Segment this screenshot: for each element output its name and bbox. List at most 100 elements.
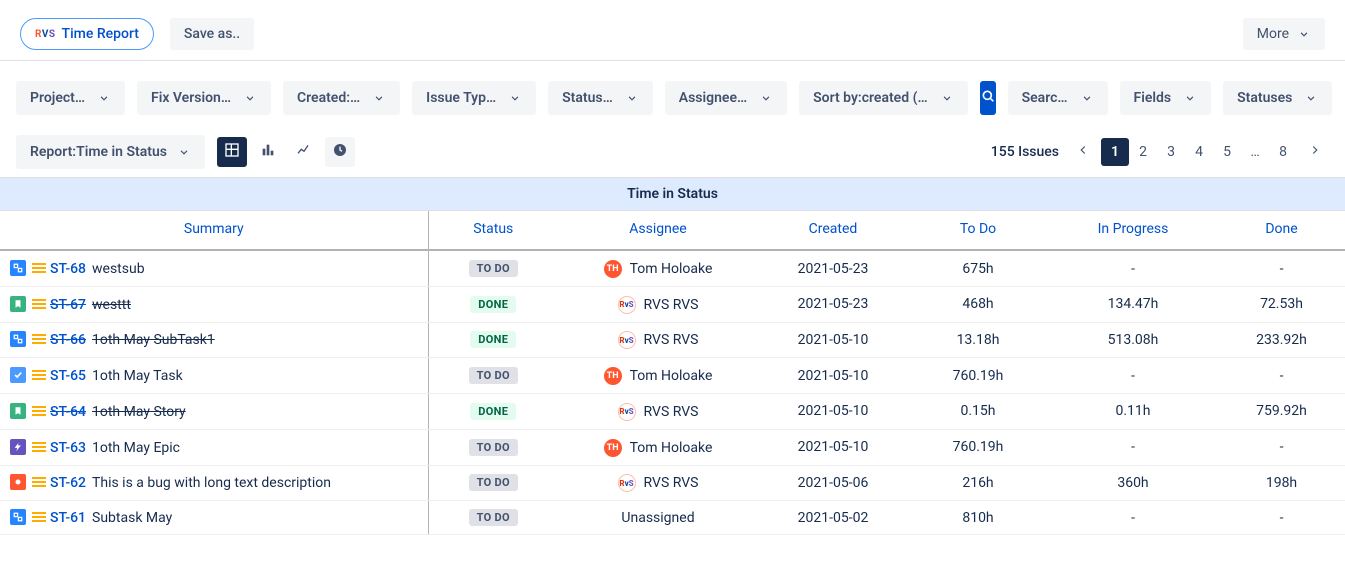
chevron-down-icon bbox=[177, 145, 191, 159]
cell-created: 2021-05-06 bbox=[758, 465, 908, 501]
filter-status[interactable]: Status… bbox=[548, 81, 653, 115]
status-badge: DONE bbox=[470, 296, 516, 313]
cell-done: 72.53h bbox=[1218, 287, 1345, 323]
issue-key-link[interactable]: ST-65 bbox=[50, 368, 86, 384]
issue-key-link[interactable]: ST-62 bbox=[50, 475, 86, 491]
cell-inprogress: - bbox=[1048, 501, 1218, 535]
issue-key-link[interactable]: ST-63 bbox=[50, 440, 86, 456]
col-assignee[interactable]: Assignee bbox=[558, 211, 758, 250]
col-done[interactable]: Done bbox=[1218, 211, 1345, 250]
pager-next[interactable] bbox=[1301, 138, 1329, 166]
chevron-down-icon bbox=[97, 91, 111, 105]
pager-page-3[interactable]: 3 bbox=[1157, 138, 1185, 166]
col-inprog[interactable]: In Progress bbox=[1048, 211, 1218, 250]
priority-medium-icon bbox=[32, 299, 46, 309]
issue-summary-text: 1oth May Story bbox=[92, 404, 186, 420]
chevron-down-icon bbox=[759, 91, 773, 105]
cell-todo: 810h bbox=[908, 501, 1048, 535]
filter-sort[interactable]: Sort by:created (… bbox=[799, 81, 967, 115]
col-created[interactable]: Created bbox=[758, 211, 908, 250]
view-time-button[interactable] bbox=[325, 137, 355, 167]
assignee-name: Tom Holoake bbox=[630, 261, 713, 277]
view-table-button[interactable] bbox=[217, 137, 247, 167]
priority-medium-icon bbox=[32, 477, 46, 487]
issue-summary-text: westtt bbox=[92, 297, 131, 313]
table-icon bbox=[224, 142, 240, 162]
chevron-down-icon bbox=[625, 91, 639, 105]
time-report-button[interactable]: RVS Time Report bbox=[20, 18, 154, 50]
priority-medium-icon bbox=[32, 263, 46, 273]
pager-page-5[interactable]: 5 bbox=[1213, 138, 1241, 166]
save-as-button[interactable]: Save as.. bbox=[170, 18, 254, 50]
filter-assignee-label: Assignee… bbox=[679, 90, 747, 106]
pager-prev[interactable] bbox=[1069, 138, 1097, 166]
assignee-name: RVS RVS bbox=[644, 475, 699, 491]
filter-created[interactable]: Created:… bbox=[283, 81, 400, 115]
cell-todo: 216h bbox=[908, 465, 1048, 501]
issue-key-link[interactable]: ST-67 bbox=[50, 297, 86, 313]
issue-key-link[interactable]: ST-64 bbox=[50, 404, 86, 420]
issue-summary-text: westsub bbox=[92, 261, 145, 277]
avatar: RvS bbox=[618, 296, 636, 314]
assignee-name: RVS RVS bbox=[644, 404, 699, 420]
avatar: TH bbox=[604, 260, 622, 278]
avatar: RvS bbox=[618, 474, 636, 492]
filter-fields[interactable]: Fields bbox=[1120, 81, 1212, 115]
col-todo[interactable]: To Do bbox=[908, 211, 1048, 250]
chevron-down-icon bbox=[1183, 91, 1197, 105]
cell-done: 198h bbox=[1218, 465, 1345, 501]
filter-statuses-label: Statuses bbox=[1237, 90, 1292, 106]
time-in-status-table: Summary Status Assignee Created To Do In… bbox=[0, 211, 1345, 535]
chevron-down-icon bbox=[940, 91, 954, 105]
search-button[interactable] bbox=[980, 81, 996, 115]
cell-created: 2021-05-23 bbox=[758, 250, 908, 287]
issue-key-link[interactable]: ST-61 bbox=[50, 510, 86, 526]
filter-statuses[interactable]: Statuses bbox=[1223, 81, 1332, 115]
story-icon bbox=[10, 296, 26, 312]
issue-summary-text: 1oth May Epic bbox=[92, 440, 180, 456]
pager-page-1[interactable]: 1 bbox=[1101, 138, 1129, 166]
chevron-down-icon bbox=[243, 91, 257, 105]
avatar: RvS bbox=[618, 403, 636, 421]
status-badge: TO DO bbox=[469, 439, 518, 456]
pager-page-4[interactable]: 4 bbox=[1185, 138, 1213, 166]
pager-page-8[interactable]: 8 bbox=[1269, 138, 1297, 166]
table-row: ST-61Subtask MayTO DOUnassigned2021-05-0… bbox=[0, 501, 1345, 535]
assignee-name: RVS RVS bbox=[644, 332, 699, 348]
issue-summary-text: 1oth May SubTask1 bbox=[92, 332, 215, 348]
status-badge: TO DO bbox=[469, 260, 518, 277]
table-row: ST-68 westsub TO DO TH Tom Holoake 2021-05-23… bbox=[0, 250, 1345, 287]
subtask-icon bbox=[10, 331, 26, 347]
filter-bar: Project… Fix Version… Created:… Issue Ty… bbox=[0, 61, 1345, 115]
issue-key-link[interactable]: ST-66 bbox=[50, 332, 86, 348]
avatar: RvS bbox=[618, 331, 636, 349]
cell-created: 2021-05-10 bbox=[758, 358, 908, 394]
cell-created: 2021-05-02 bbox=[758, 501, 908, 535]
filter-status-label: Status… bbox=[562, 90, 613, 106]
filter-search-more[interactable]: Searc… bbox=[1008, 81, 1108, 115]
filter-fix-version[interactable]: Fix Version… bbox=[137, 81, 271, 115]
save-as-label: Save as.. bbox=[184, 26, 240, 42]
subtask-icon bbox=[10, 260, 26, 276]
rvs-logo-icon: RVS bbox=[35, 29, 56, 40]
more-button[interactable]: More bbox=[1243, 18, 1325, 50]
subtask-icon bbox=[10, 509, 26, 525]
more-label: More bbox=[1257, 26, 1289, 42]
view-line-chart-button[interactable] bbox=[289, 137, 319, 167]
story-icon bbox=[10, 403, 26, 419]
priority-medium-icon bbox=[32, 512, 46, 522]
filter-project[interactable]: Project… bbox=[16, 81, 125, 115]
cell-done: - bbox=[1218, 429, 1345, 465]
filter-issue-type[interactable]: Issue Typ… bbox=[412, 81, 536, 115]
pager-ellipsis: … bbox=[1241, 138, 1269, 166]
epic-icon bbox=[10, 439, 26, 455]
filter-assignee[interactable]: Assignee… bbox=[665, 81, 787, 115]
col-status[interactable]: Status bbox=[428, 211, 558, 250]
view-bar-chart-button[interactable] bbox=[253, 137, 283, 167]
cell-todo: 675h bbox=[908, 250, 1048, 287]
col-summary[interactable]: Summary bbox=[0, 211, 428, 250]
issue-key-link[interactable]: ST-68 bbox=[50, 261, 86, 277]
report-select[interactable]: Report:Time in Status bbox=[16, 135, 205, 169]
pager-page-2[interactable]: 2 bbox=[1129, 138, 1157, 166]
cell-inprogress: - bbox=[1048, 429, 1218, 465]
